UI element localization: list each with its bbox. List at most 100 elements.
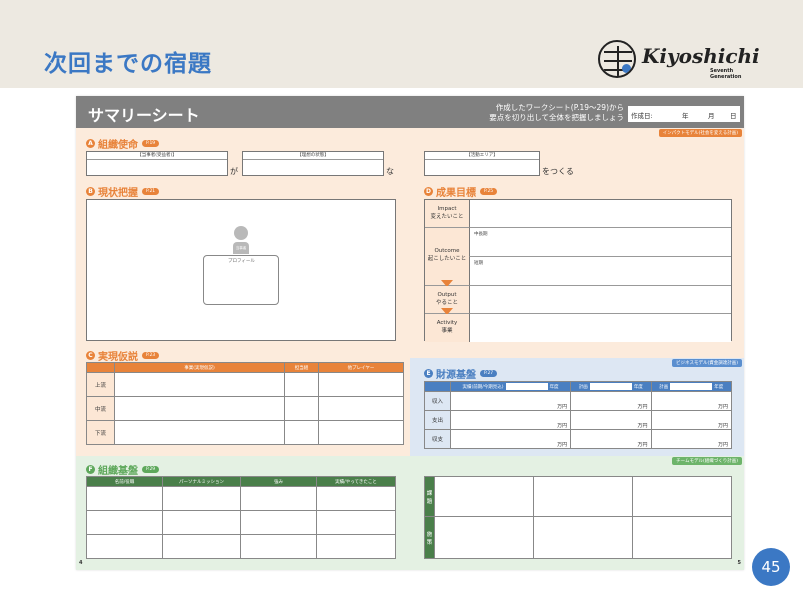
hyp-header-owner: 担当組 — [284, 362, 319, 373]
hyp-cell[interactable] — [114, 396, 285, 421]
org-cell[interactable] — [86, 534, 163, 559]
org-cell[interactable] — [316, 510, 396, 535]
ideal-state-field[interactable]: 【理想の状態】 — [242, 151, 384, 176]
org-header-name: 名前/役職 — [86, 476, 163, 487]
profile-card[interactable]: プロフィール — [203, 255, 279, 305]
issues-label: 課題 — [424, 476, 435, 517]
org-cell[interactable] — [162, 534, 241, 559]
sheet-note-line1: 作成したワークシート(P.19～29)から — [495, 103, 624, 112]
section-finance-heading: E 財源基盤 P.27 — [424, 366, 498, 381]
fin-header-actual: 実績(前期/今期見込) 年度 — [449, 381, 572, 392]
logo-mark-icon — [598, 40, 636, 78]
goal-row-outcome-short[interactable]: 短期 — [469, 257, 731, 286]
hyp-cell[interactable] — [284, 420, 319, 445]
slide-page-badge: 45 — [752, 548, 790, 586]
section-goals-heading: D 成果目標 P.25 — [424, 184, 498, 199]
person-icon — [234, 226, 248, 240]
org-cell[interactable] — [86, 486, 163, 511]
hyp-row-downstream: 下流 — [86, 420, 115, 445]
fin-cell[interactable]: 万円 — [449, 429, 572, 449]
org-header-strength: 強み — [240, 476, 317, 487]
fin-cell[interactable]: 万円 — [650, 429, 733, 449]
section-situation-heading: B 現状把握 P.21 — [86, 184, 160, 199]
org-cell[interactable] — [240, 486, 317, 511]
fin-cell[interactable]: 万円 — [650, 391, 733, 411]
org-cell[interactable] — [162, 486, 241, 511]
sheet-note-line2: 要点を切り出して全体を把握しましょう — [489, 113, 624, 122]
hyp-cell[interactable] — [114, 372, 285, 397]
hyp-cell[interactable] — [318, 372, 404, 397]
hypothesis-table: 事業(実現仮説) 担当組 他プレイヤー 上流 中流 下流 — [86, 362, 404, 445]
fin-cell[interactable]: 万円 — [449, 391, 572, 411]
goal-row-impact[interactable] — [469, 200, 731, 228]
measures-cell[interactable] — [533, 516, 633, 559]
sheet-note: 作成したワークシート(P.19～29)から 要点を切り出して全体を把握しましょう — [456, 103, 624, 123]
hyp-cell[interactable] — [318, 396, 404, 421]
goals-table: Impact 変えたいこと Outcome 起こしたいこと 中長期 短期 Outpu… — [424, 199, 732, 342]
goal-row-output[interactable] — [469, 286, 731, 314]
section-org-heading: F 組織基盤 P.29 — [86, 462, 160, 477]
business-model-tag: ビジネスモデル(資金調達計画) — [671, 359, 742, 367]
org-cell[interactable] — [240, 534, 317, 559]
mission-joiner-ga: が — [230, 167, 238, 176]
fin-row-expense: 支出 — [424, 410, 451, 430]
goal-row-outcome-long[interactable]: 中長期 — [469, 228, 731, 257]
issues-cell[interactable] — [632, 476, 732, 517]
kiyoshichi-logo: Kiyoshichi Seventh Generation — [598, 40, 760, 80]
org-cell[interactable] — [316, 486, 396, 511]
hyp-header-business: 事業(実現仮説) — [114, 362, 285, 373]
date-year: 年 — [682, 112, 689, 120]
logo-wordmark: Kiyoshichi — [642, 44, 760, 68]
activity-area-field[interactable]: 【活動エリア】 — [424, 151, 540, 176]
fin-cell[interactable]: 万円 — [570, 429, 652, 449]
org-cell[interactable] — [162, 510, 241, 535]
finance-table: 実績(前期/今期見込) 年度 計画 年度 計画 年度 収入 万円 万円 万円 支出 万… — [424, 381, 733, 449]
fin-cell[interactable]: 万円 — [449, 410, 572, 430]
org-cell[interactable] — [240, 510, 317, 535]
date-field[interactable]: 作成日: 年 月 日 — [628, 106, 740, 122]
measures-cell[interactable] — [632, 516, 732, 559]
hyp-cell[interactable] — [114, 420, 285, 445]
org-cell[interactable] — [86, 510, 163, 535]
org-header-achievements: 実績/やってきたこと — [316, 476, 396, 487]
slide-title: 次回までの宿題 — [44, 51, 212, 77]
hyp-cell[interactable] — [284, 396, 319, 421]
mission-joiner-tsukuru: をつくる — [542, 167, 574, 176]
impact-model-tag: インパクトモデル(社会を変える計画) — [658, 129, 742, 137]
measures-cell[interactable] — [434, 516, 534, 559]
date-day: 日 — [730, 112, 737, 120]
logo-subtitle: Seventh Generation — [710, 68, 742, 80]
goal-row-activity[interactable] — [469, 314, 731, 342]
sheet-title: サマリーシート — [88, 106, 200, 125]
date-month: 月 — [708, 112, 715, 120]
fin-cell[interactable]: 万円 — [650, 410, 733, 430]
summary-sheet: サマリーシート 作成したワークシート(P.19～29)から 要点を切り出して全体… — [76, 96, 744, 570]
goal-label-activity: Activity 事業 — [425, 314, 469, 342]
issues-cell[interactable] — [533, 476, 633, 517]
hyp-cell[interactable] — [318, 420, 404, 445]
hyp-row-upstream: 上流 — [86, 372, 115, 397]
issues-cell[interactable] — [434, 476, 534, 517]
org-table: 名前/役職 パーソナルミッション 強み 実績/やってきたこと — [86, 476, 396, 559]
sheet-header: サマリーシート 作成したワークシート(P.19～29)から 要点を切り出して全体… — [76, 96, 744, 128]
hyp-row-midstream: 中流 — [86, 396, 115, 421]
page-number-right: 5 — [737, 560, 741, 566]
org-header-mission: パーソナルミッション — [162, 476, 241, 487]
fin-cell[interactable]: 万円 — [570, 410, 652, 430]
measures-label: 施策 — [424, 516, 435, 559]
issues-table: 課題 施策 — [424, 476, 732, 559]
hyp-header-players: 他プレイヤー — [318, 362, 404, 373]
situation-box[interactable]: 当事者 プロフィール — [86, 199, 396, 341]
fin-header-plan2: 計画 年度 — [650, 381, 733, 392]
fin-row-income: 収入 — [424, 391, 451, 411]
date-label: 作成日: — [631, 112, 653, 120]
fin-cell[interactable]: 万円 — [570, 391, 652, 411]
beneficiary-field[interactable]: 【当事者(受益者)】 — [86, 151, 228, 176]
hyp-cell[interactable] — [284, 372, 319, 397]
section-hypothesis-heading: C 実現仮説 P.23 — [86, 348, 160, 363]
person-label: 当事者 — [233, 242, 249, 254]
fin-row-balance: 収支 — [424, 429, 451, 449]
org-cell[interactable] — [316, 534, 396, 559]
fin-header-plan1: 計画 年度 — [570, 381, 652, 392]
goal-label-outcome: Outcome 起こしたいこと — [425, 228, 469, 286]
